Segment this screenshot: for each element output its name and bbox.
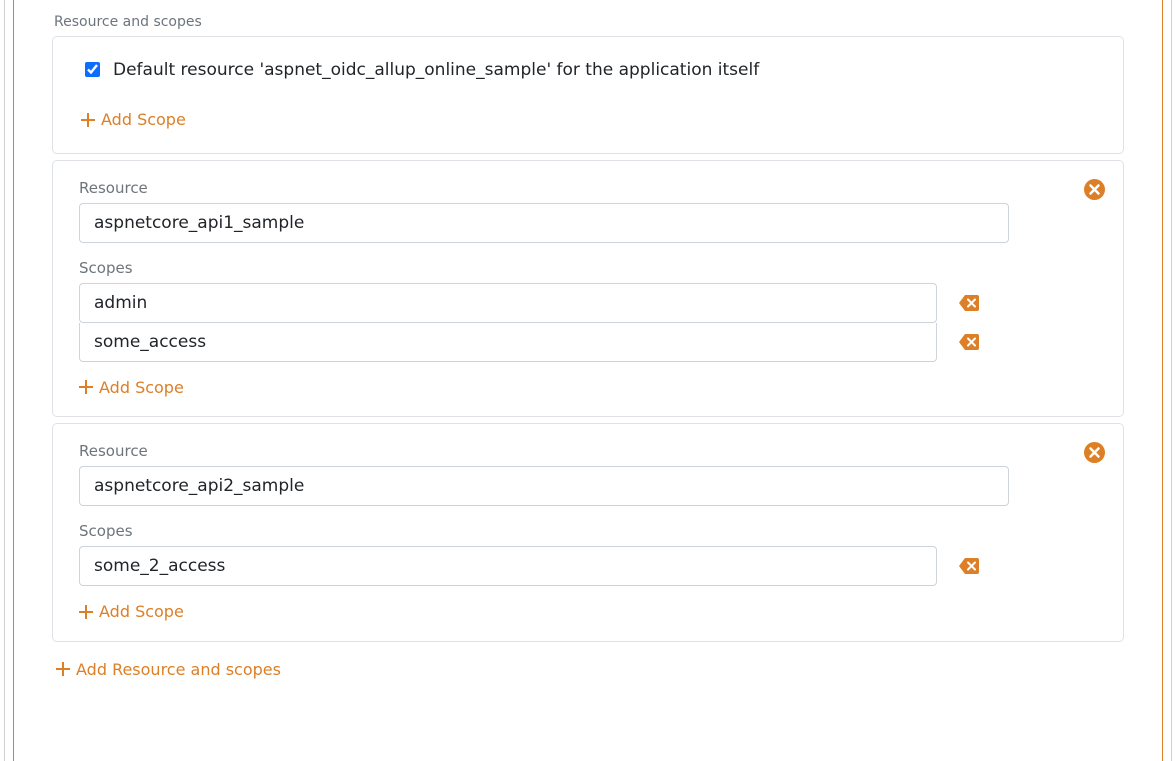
scope-row: [79, 283, 979, 323]
resource-input[interactable]: [79, 466, 1009, 506]
delete-scope-button[interactable]: [959, 334, 979, 350]
delete-resource-button[interactable]: [1084, 179, 1105, 200]
scopes-field-label: Scopes: [79, 522, 1097, 540]
resource-field-label: Resource: [79, 179, 1097, 197]
default-resource-checkbox[interactable]: [85, 62, 100, 77]
add-resource-button[interactable]: Add Resource and scopes: [56, 660, 281, 679]
scope-row: [79, 323, 979, 362]
resource-card: Resource Scopes Add Scope: [52, 423, 1124, 642]
section-title: Resource and scopes: [54, 0, 1124, 30]
delete-scope-button[interactable]: [959, 558, 979, 574]
default-resource-card: Default resource 'aspnet_oidc_allup_onli…: [52, 36, 1124, 154]
delete-scope-button[interactable]: [959, 295, 979, 311]
resource-card: Resource Scopes: [52, 160, 1124, 418]
close-circle-icon: [1084, 442, 1105, 463]
delete-resource-button[interactable]: [1084, 442, 1105, 463]
plus-icon: [79, 605, 93, 619]
scope-row: [79, 546, 979, 586]
add-scope-button[interactable]: Add Scope: [81, 110, 186, 129]
plus-icon: [79, 380, 93, 394]
scope-input[interactable]: [79, 283, 937, 323]
scope-input[interactable]: [79, 323, 937, 362]
resource-field-label: Resource: [79, 442, 1097, 460]
default-resource-label[interactable]: Default resource 'aspnet_oidc_allup_onli…: [113, 60, 759, 80]
scopes-field-label: Scopes: [79, 259, 1097, 277]
scope-input[interactable]: [79, 546, 937, 586]
add-scope-label: Add Scope: [99, 602, 184, 621]
add-scope-button[interactable]: Add Scope: [79, 378, 184, 397]
close-circle-icon: [1084, 179, 1105, 200]
add-scope-button[interactable]: Add Scope: [79, 602, 184, 621]
backspace-icon: [959, 295, 979, 311]
backspace-icon: [959, 558, 979, 574]
plus-icon: [56, 662, 70, 676]
add-scope-label: Add Scope: [99, 378, 184, 397]
backspace-icon: [959, 334, 979, 350]
plus-icon: [81, 113, 95, 127]
add-scope-label: Add Scope: [101, 110, 186, 129]
resource-input[interactable]: [79, 203, 1009, 243]
add-resource-label: Add Resource and scopes: [76, 660, 281, 679]
